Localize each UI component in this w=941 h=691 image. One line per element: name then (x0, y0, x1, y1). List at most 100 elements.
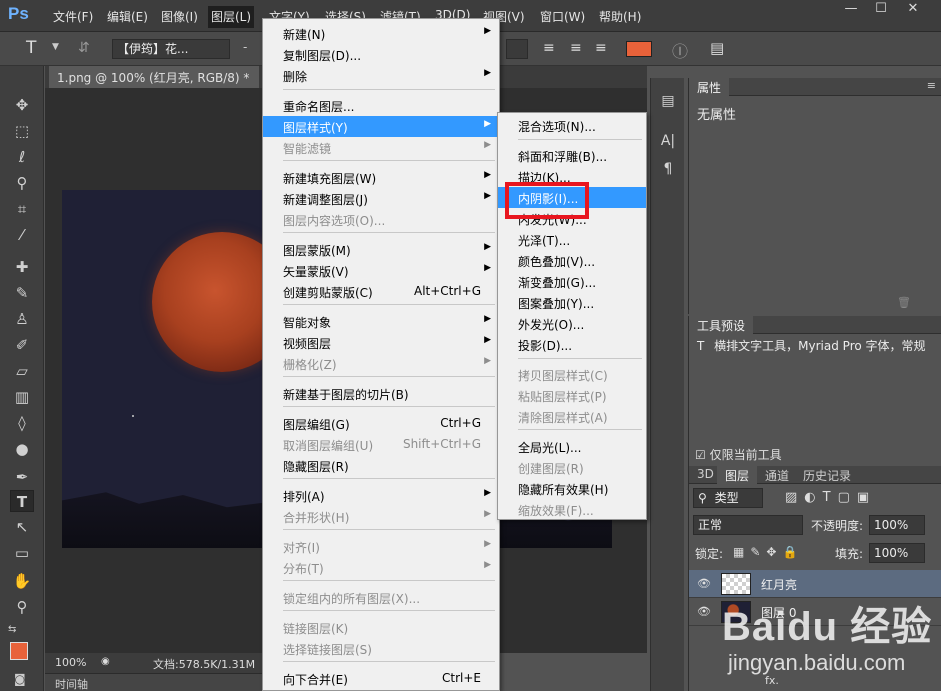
panels-toggle-icon[interactable]: ▤ (710, 39, 724, 57)
pen-tool-icon[interactable]: ✒ (10, 466, 34, 488)
style-menu-item[interactable]: 颜色叠加(V)... (498, 250, 646, 271)
blend-mode-select[interactable]: 正常 (693, 515, 803, 535)
layer-menu-item[interactable]: 排列(A) ▶ (263, 485, 499, 506)
submenu-arrow-icon: ▶ (484, 140, 491, 150)
menu-window[interactable]: 窗口(W) (537, 8, 588, 26)
eyedropper-tool-icon[interactable]: ⁄ (10, 224, 34, 246)
watermark-url: jingyan.baidu.com (728, 650, 906, 675)
menu-image[interactable]: 图像(I) (158, 8, 201, 26)
lasso-tool-icon[interactable]: ℓ (10, 146, 34, 168)
style-menu-item[interactable]: 斜面和浮雕(B)... (498, 145, 646, 166)
style-menu-item[interactable]: 外发光(O)... (498, 313, 646, 334)
style-menu-item[interactable]: 光泽(T)... (498, 229, 646, 250)
layer-menu-item[interactable]: 矢量蒙版(V) ▶ (263, 260, 499, 281)
layer-menu-item[interactable]: 新建填充图层(W) ▶ (263, 167, 499, 188)
history-panel-icon[interactable]: ▤ (657, 90, 679, 112)
text-tool-preset-icon[interactable]: T (26, 38, 36, 58)
text-color-swatch[interactable] (626, 41, 652, 57)
aa-select[interactable] (506, 39, 528, 59)
close-button[interactable]: ✕ (898, 0, 928, 18)
text-orientation-icon[interactable]: ⇵ (78, 40, 90, 56)
layer-menu-item[interactable]: 创建剪贴蒙版(C) Alt+Ctrl+G (263, 281, 499, 302)
tab-channels[interactable]: 通道 (757, 466, 797, 484)
style-menu-item[interactable]: 渐变叠加(G)... (498, 271, 646, 292)
menu-separator (283, 610, 495, 611)
lock-icons[interactable]: ▦✎✥🔒 (733, 545, 803, 559)
layer-menu-item[interactable]: 图层编组(G) Ctrl+G (263, 413, 499, 434)
eraser-tool-icon[interactable]: ▱ (10, 360, 34, 382)
style-menu-item[interactable]: 隐藏所有效果(H) (498, 478, 646, 499)
stamp-tool-icon[interactable]: ♙ (10, 308, 34, 330)
eye-icon[interactable]: 👁 (697, 605, 711, 618)
blur-tool-icon[interactable]: ◊ (10, 412, 34, 434)
panel-menu-icon[interactable]: ≡ (927, 79, 936, 92)
menu-file[interactable]: 文件(F) (50, 8, 96, 26)
tab-history[interactable]: 历史记录 (795, 466, 859, 484)
fill-input[interactable]: 100% (869, 543, 925, 563)
swap-colors-icon[interactable]: ⇆ (8, 624, 16, 635)
menu-layer[interactable]: 图层(L) (208, 6, 255, 28)
path-select-tool-icon[interactable]: ↖ (10, 516, 34, 538)
filter-icons[interactable]: ▨◐T▢▣ (785, 490, 876, 505)
layer-menu-item[interactable]: 重命名图层... (263, 95, 499, 116)
style-menu-item[interactable]: 投影(D)... (498, 334, 646, 355)
character-panel-icon[interactable]: A| (657, 130, 679, 152)
layer-menu-item[interactable]: 复制图层(D)... (263, 44, 499, 65)
chevron-down-icon[interactable]: ▼ (52, 42, 59, 52)
zoom-tool-icon[interactable]: ⚲ (10, 596, 34, 618)
eye-icon[interactable]: 👁 (697, 577, 711, 590)
dodge-tool-icon[interactable]: ● (10, 438, 34, 460)
layer-menu-item[interactable]: 删除 ▶ (263, 65, 499, 86)
move-tool-icon[interactable]: ✥ (10, 94, 34, 116)
tab-layers[interactable]: 图层 (717, 466, 758, 484)
style-menu-item[interactable]: 全局光(L)... (498, 436, 646, 457)
trash-icon[interactable]: 🗑 (897, 296, 911, 309)
maximize-button[interactable]: ☐ (866, 0, 896, 18)
style-menu-item[interactable]: 混合选项(N)... (498, 115, 646, 136)
layer-menu-item[interactable]: 智能对象 ▶ (263, 311, 499, 332)
menu-edit[interactable]: 编辑(E) (104, 8, 151, 26)
opacity-input[interactable]: 100% (869, 515, 925, 535)
brush-tool-icon[interactable]: ✎ (10, 282, 34, 304)
minimize-button[interactable]: — (836, 0, 866, 18)
tab-properties[interactable]: 属性 (689, 78, 730, 96)
quick-select-tool-icon[interactable]: ⚲ (10, 172, 34, 194)
layer-menu-item[interactable]: 图层蒙版(M) ▶ (263, 239, 499, 260)
font-family-select[interactable]: 【伊筠】花... (112, 39, 230, 59)
shape-tool-icon[interactable]: ▭ (10, 542, 34, 564)
layer-menu-item[interactable]: 新建调整图层(J) ▶ (263, 188, 499, 209)
paragraph-panel-icon[interactable]: ¶ (657, 158, 679, 180)
align-left-icon[interactable]: ≡ (543, 40, 555, 56)
zoom-level[interactable]: 100% (55, 656, 86, 669)
gradient-tool-icon[interactable]: ▥ (10, 386, 34, 408)
tab-tool-presets[interactable]: 工具预设 (689, 316, 754, 334)
layer-menu-item-label: 图层样式(Y) (283, 121, 348, 135)
style-menu-item[interactable]: 图案叠加(Y)... (498, 292, 646, 313)
layer-filter-select[interactable]: ⚲ 类型 (693, 488, 763, 508)
warp-text-icon[interactable]: Ⓘ (672, 38, 688, 62)
hand-tool-icon[interactable]: ✋ (10, 570, 34, 592)
type-tool-icon[interactable]: T (10, 490, 34, 512)
font-style-dash[interactable]: - (243, 40, 247, 54)
current-tool-only-checkbox[interactable]: ☑ 仅限当前工具 (695, 446, 782, 463)
tool-preset-item[interactable]: T 横排文字工具，Myriad Pro 字体，常规 (689, 334, 941, 356)
layer-menu-item[interactable]: 视频图层 ▶ (263, 332, 499, 353)
layer-menu-item[interactable]: 新建基于图层的切片(B) (263, 383, 499, 404)
marquee-tool-icon[interactable]: ⬚ (10, 120, 34, 142)
layer-menu-item[interactable]: 新建(N) ▶ (263, 23, 499, 44)
checkbox-icon[interactable]: ☑ (695, 448, 706, 462)
quick-mask-icon[interactable]: ◙ (14, 672, 26, 686)
crop-tool-icon[interactable]: ⌗ (10, 198, 34, 220)
history-brush-tool-icon[interactable]: ✐ (10, 334, 34, 356)
foreground-color-swatch[interactable] (10, 642, 28, 660)
align-center-icon[interactable]: ≡ (570, 40, 582, 56)
healing-brush-tool-icon[interactable]: ✚ (10, 256, 34, 278)
timeline-tab[interactable]: 时间轴 (55, 676, 88, 691)
menu-help[interactable]: 帮助(H) (596, 8, 644, 26)
align-right-icon[interactable]: ≡ (595, 40, 607, 56)
status-menu-icon[interactable]: ◉ (101, 656, 110, 667)
document-tab[interactable]: 1.png @ 100% (红月亮, RGB/8) * × (49, 66, 259, 88)
layer-menu-item[interactable]: 向下合并(E) Ctrl+E (263, 668, 499, 689)
layer-menu-item[interactable]: 隐藏图层(R) (263, 455, 499, 476)
layer-menu-item[interactable]: 图层样式(Y) ▶ (263, 116, 499, 137)
